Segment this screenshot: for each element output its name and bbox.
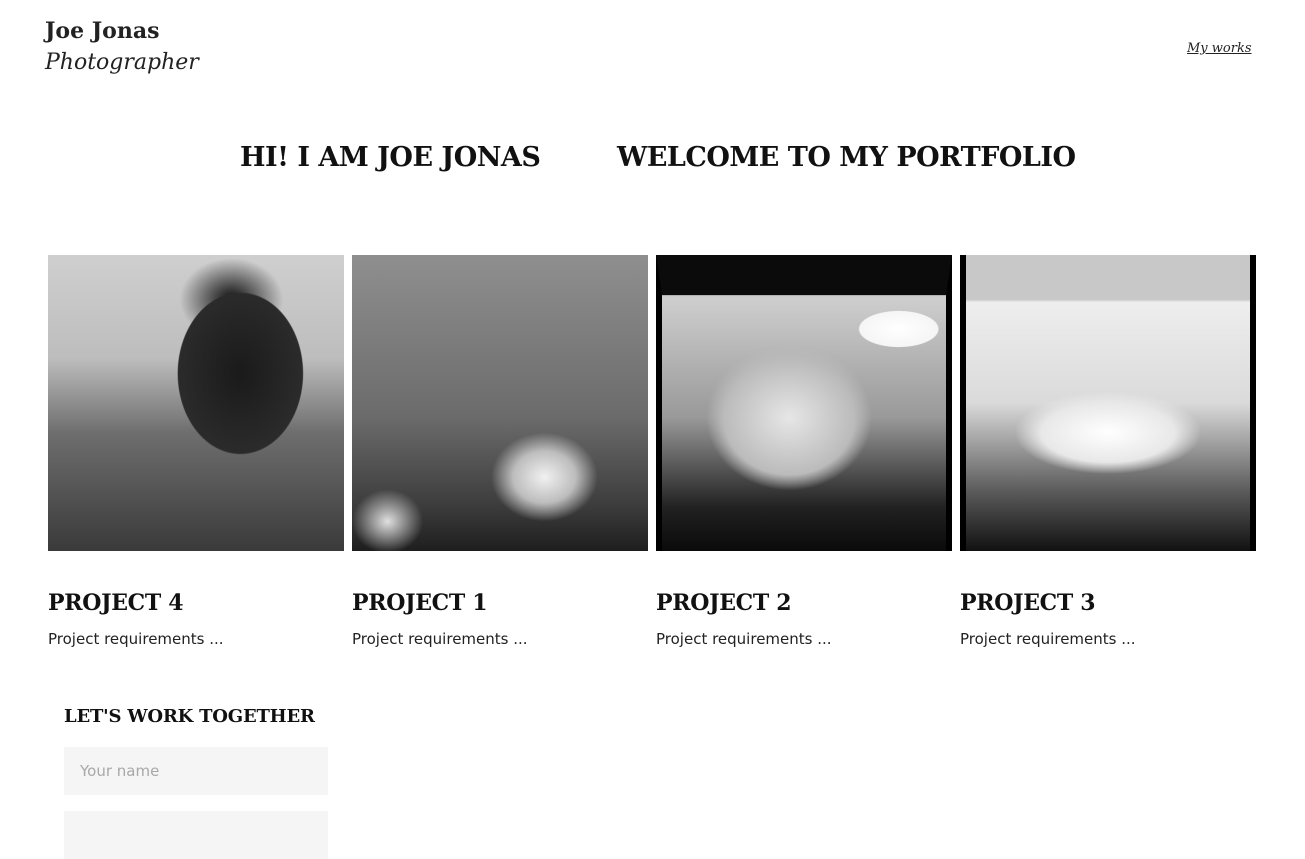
project-image[interactable] bbox=[960, 255, 1256, 551]
hero: HI! I AM JOE JONAS WELCOME TO MY PORTFOL… bbox=[0, 140, 1305, 180]
nav-my-works-link[interactable]: My works bbox=[1187, 41, 1252, 56]
brand-role: Photographer bbox=[45, 50, 199, 75]
project-title[interactable]: PROJECT 1 bbox=[352, 589, 648, 617]
project-title[interactable]: PROJECT 3 bbox=[960, 589, 1256, 617]
project-image[interactable] bbox=[48, 255, 344, 551]
project-card[interactable]: PROJECT 4 Project requirements ... bbox=[48, 255, 344, 649]
project-image[interactable] bbox=[656, 255, 952, 551]
project-description: Project requirements ... bbox=[656, 630, 832, 648]
site-header: Joe Jonas Photographer bbox=[45, 16, 199, 80]
second-input[interactable] bbox=[64, 811, 328, 859]
project-title[interactable]: PROJECT 4 bbox=[48, 589, 344, 617]
brand-name[interactable]: Joe Jonas bbox=[45, 16, 199, 46]
contact-title: LET'S WORK TOGETHER bbox=[64, 706, 315, 727]
hero-greeting: HI! I AM JOE JONAS bbox=[240, 142, 541, 173]
film-frame bbox=[960, 255, 1256, 551]
project-title[interactable]: PROJECT 2 bbox=[656, 589, 952, 617]
project-description: Project requirements ... bbox=[48, 630, 224, 648]
name-input[interactable] bbox=[64, 747, 328, 795]
project-card[interactable]: PROJECT 3 Project requirements ... bbox=[960, 255, 1256, 649]
project-image[interactable] bbox=[352, 255, 648, 551]
project-card[interactable]: PROJECT 1 Project requirements ... bbox=[352, 255, 648, 649]
film-frame bbox=[656, 255, 952, 551]
hero-welcome: WELCOME TO MY PORTFOLIO bbox=[617, 142, 1076, 173]
project-description: Project requirements ... bbox=[352, 630, 528, 648]
project-description: Project requirements ... bbox=[960, 630, 1136, 648]
projects-grid: PROJECT 4 Project requirements ... PROJE… bbox=[48, 255, 1256, 649]
project-card[interactable]: PROJECT 2 Project requirements ... bbox=[656, 255, 952, 649]
contact-form: LET'S WORK TOGETHER bbox=[64, 705, 328, 859]
